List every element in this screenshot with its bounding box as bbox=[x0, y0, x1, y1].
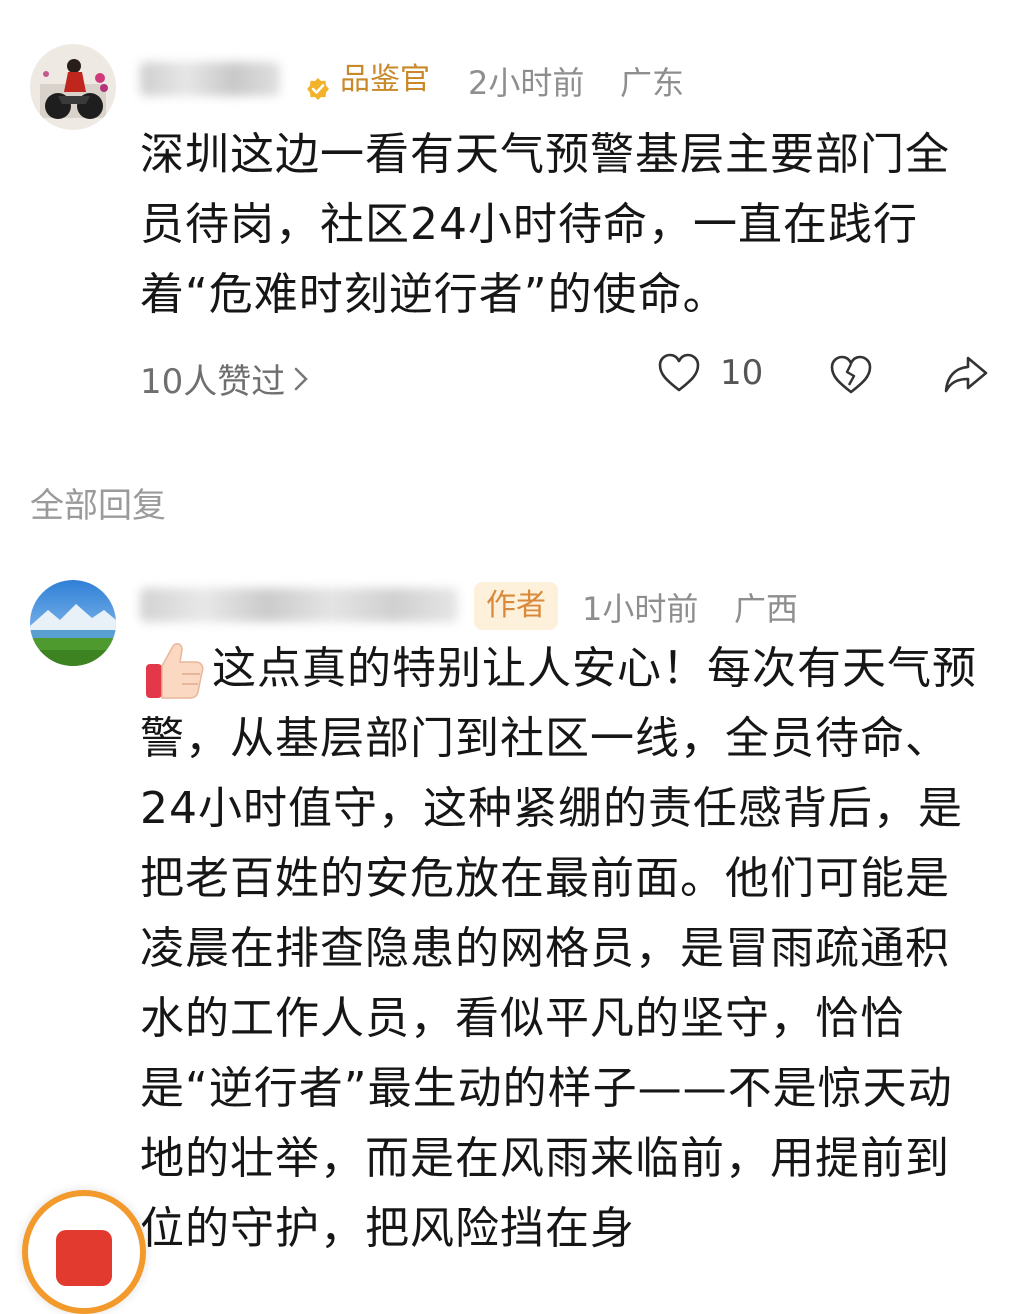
heart-icon bbox=[656, 350, 702, 396]
reply-text[interactable]: 这点真的特别让人安心！每次有天气预警，从基层部门到社区一线，全员待命、24小时值… bbox=[140, 634, 980, 1264]
likes-summary-link[interactable]: 10人赞过 bbox=[140, 354, 309, 403]
avatar[interactable] bbox=[30, 44, 116, 130]
comment-text[interactable]: 深圳这边一看有天气预警基层主要部门全员待岗，社区24小时待命，一直在践行着“危难… bbox=[140, 120, 970, 330]
floating-action-button[interactable] bbox=[22, 1190, 146, 1314]
avatar[interactable] bbox=[30, 580, 116, 666]
reply-location: 广西 bbox=[734, 590, 799, 628]
chevron-right-icon bbox=[293, 366, 309, 392]
reply-time: 1小时前 bbox=[582, 590, 699, 628]
author-badge-label: 作者 bbox=[486, 588, 546, 623]
comment-time: 2小时前 bbox=[468, 64, 585, 102]
comment-location: 广东 bbox=[620, 64, 685, 102]
dislike-button[interactable] bbox=[828, 352, 874, 398]
share-arrow-icon bbox=[942, 352, 990, 398]
replies-section-title: 全部回复 bbox=[30, 486, 166, 526]
red-square-icon bbox=[56, 1230, 112, 1286]
like-count: 10 bbox=[720, 353, 764, 393]
share-button[interactable] bbox=[942, 352, 990, 398]
username-blurred[interactable] bbox=[140, 62, 280, 96]
likes-summary-text: 10人赞过 bbox=[140, 362, 286, 402]
author-badge: 作者 bbox=[474, 582, 558, 630]
broken-heart-icon bbox=[828, 352, 874, 398]
verified-check-icon bbox=[306, 68, 330, 100]
username-blurred[interactable] bbox=[140, 588, 458, 622]
like-button[interactable]: 10 bbox=[656, 350, 763, 396]
badge-label: 品鉴官 bbox=[340, 62, 430, 97]
